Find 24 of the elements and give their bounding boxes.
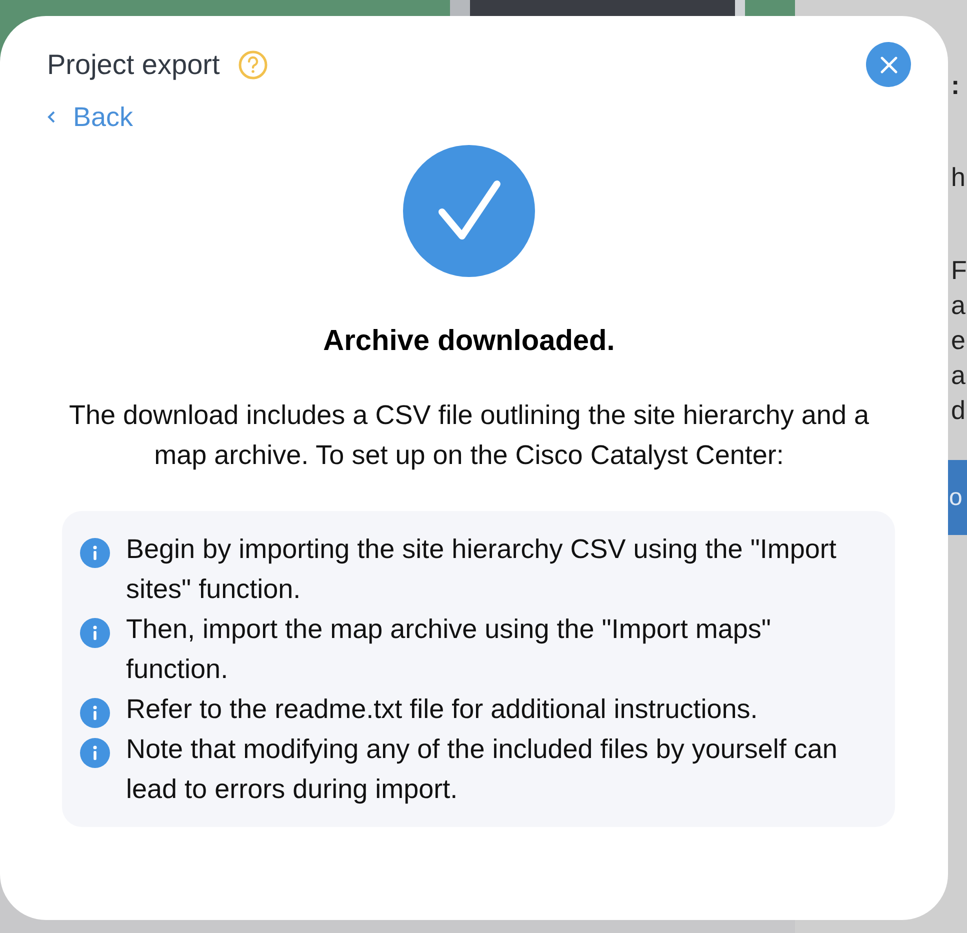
chevron-left-icon	[47, 110, 57, 124]
help-icon[interactable]	[238, 50, 268, 80]
info-icon	[80, 538, 110, 568]
note-text: Then, import the map archive using the "Import maps" function.	[126, 613, 772, 686]
side-panel-text: a	[951, 359, 966, 392]
side-panel-text: a	[951, 289, 966, 322]
side-panel-text: e	[951, 324, 966, 357]
info-icon	[80, 738, 110, 768]
note-text: Note that modifying any of the included files by yourself can lead to errors during import.	[126, 733, 838, 806]
close-icon	[880, 56, 898, 74]
note-text: Begin by importing the site hierarchy CSV using the "Import sites" function.	[126, 533, 838, 606]
dialog-title: Project export	[47, 48, 220, 82]
close-button[interactable]	[866, 42, 911, 87]
download-message: The download includes a CSV file outlining the site hierarchy and a map archive. To set up on the Cisco Catalyst Center:	[68, 399, 870, 472]
info-icon	[80, 618, 110, 648]
success-heading: Archive downloaded.	[323, 324, 615, 358]
side-panel-heading: :	[951, 69, 960, 102]
info-icon	[80, 698, 110, 728]
side-panel-text: d	[951, 394, 966, 427]
side-panel-text: F	[951, 254, 967, 287]
check-icon	[402, 144, 536, 278]
note-text: Refer to the readme.txt file for additional instructions.	[126, 693, 759, 726]
back-link[interactable]: Back	[47, 97, 134, 138]
side-panel-text: h	[951, 161, 966, 194]
